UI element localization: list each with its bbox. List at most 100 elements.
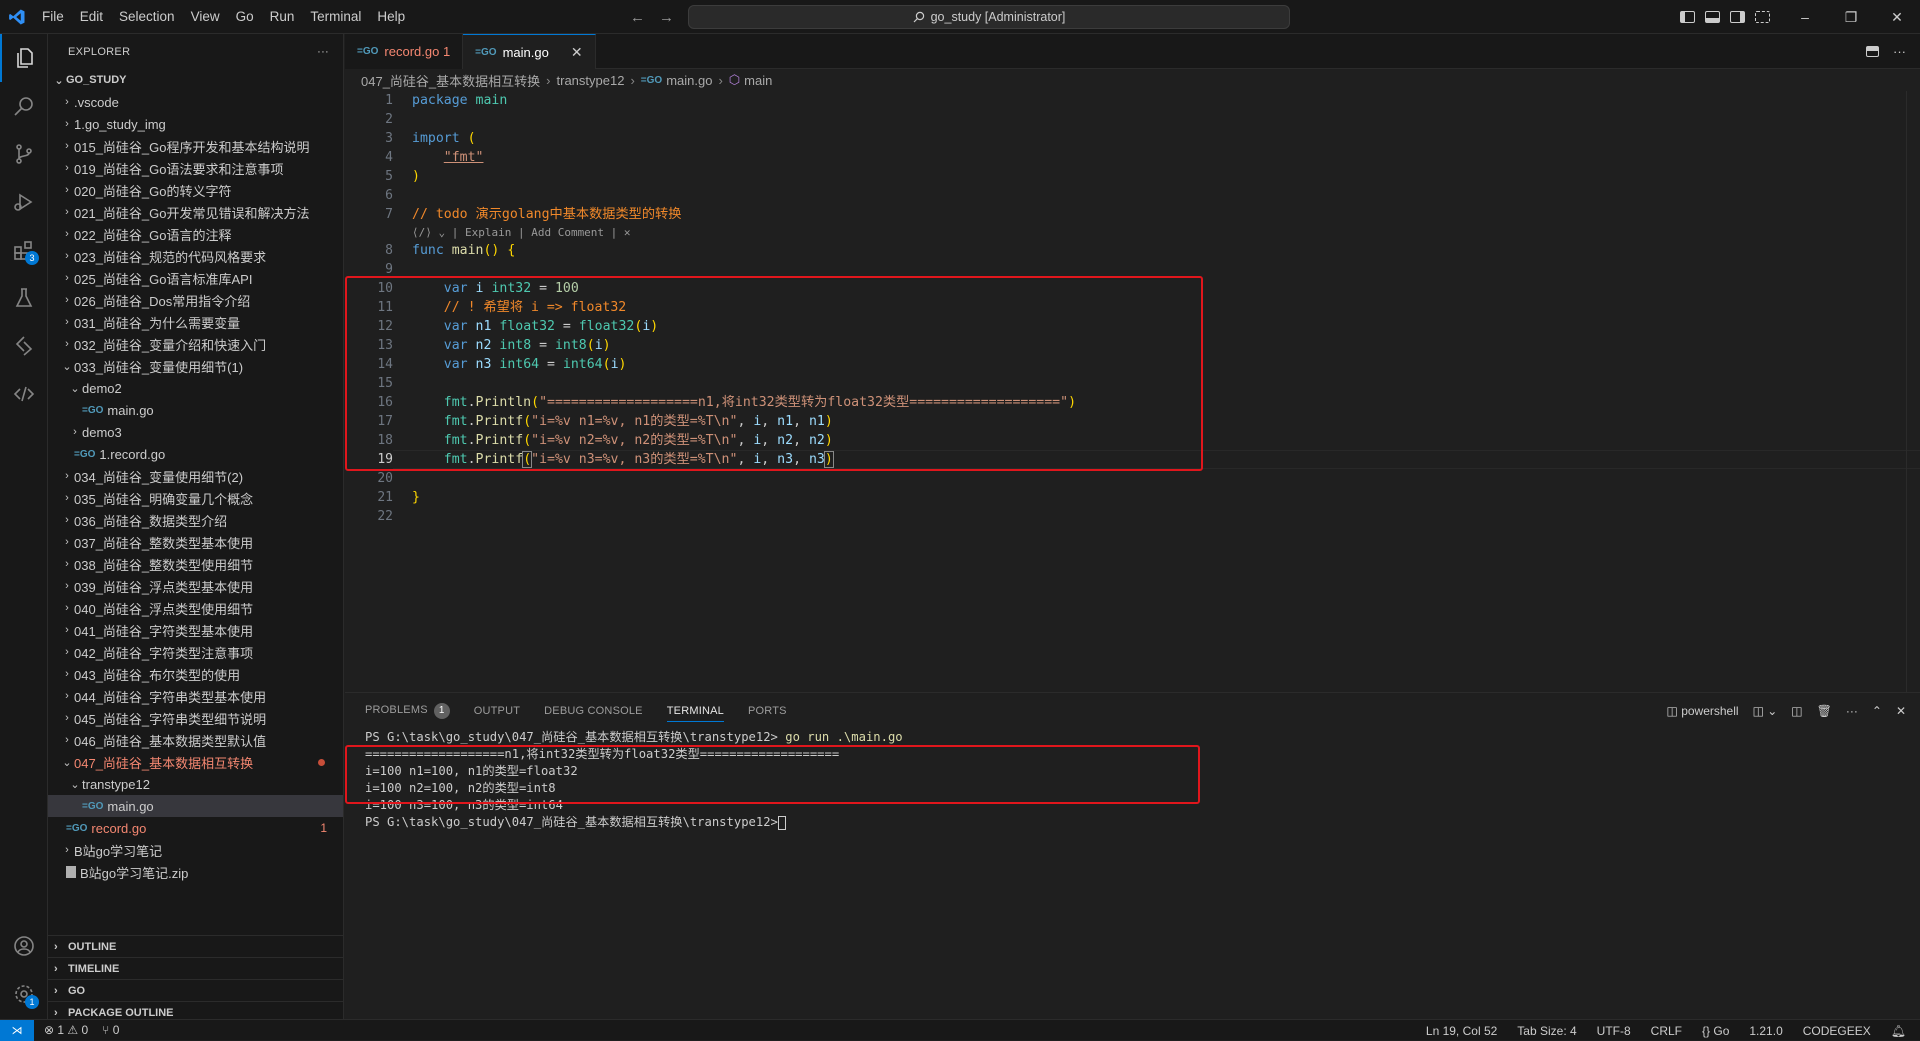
- close-tab-icon[interactable]: ✕: [571, 44, 583, 61]
- status-cursor-position[interactable]: Ln 19, Col 52: [1426, 1024, 1497, 1038]
- tree-folder-item[interactable]: › 034_尚硅谷_变量使用细节(2): [48, 465, 343, 487]
- breadcrumb-folder[interactable]: 047_尚硅谷_基本数据相互转换: [361, 71, 540, 90]
- explorer-icon[interactable]: [0, 34, 48, 82]
- tree-folder-item[interactable]: ⌄ 047_尚硅谷_基本数据相互转换: [48, 751, 343, 773]
- section-timeline[interactable]: › TIMELINE: [48, 957, 344, 979]
- back-arrow-icon[interactable]: ←: [630, 9, 645, 26]
- notifications-bell-icon[interactable]: 🔔︎: [1891, 1024, 1906, 1038]
- tree-folder-item[interactable]: › B站go学习笔记: [48, 839, 343, 861]
- manage-gear-icon[interactable]: 1: [0, 970, 48, 1018]
- menu-item-view[interactable]: View: [183, 9, 228, 24]
- tree-folder-item[interactable]: › 045_尚硅谷_字符串类型细节说明: [48, 707, 343, 729]
- tree-folder-item[interactable]: › 040_尚硅谷_浮点类型使用细节: [48, 597, 343, 619]
- command-center-search[interactable]: go_study [Administrator]: [688, 5, 1290, 29]
- close-window-icon[interactable]: ✕: [1874, 0, 1920, 34]
- new-terminal-dropdown-icon[interactable]: ◫ ⌄: [1753, 704, 1778, 718]
- tree-folder-item[interactable]: › 026_尚硅谷_Dos常用指令介绍: [48, 289, 343, 311]
- terminal-output[interactable]: PS G:\task\go_study\047_尚硅谷_基本数据相互转换\tra…: [365, 729, 903, 831]
- code-editor[interactable]: 1 2 3 4 5 6 7 8 9 10 11 12 13 14 15 16 17 18 19 20 21 22 pack…: [345, 91, 1920, 692]
- scrollbar[interactable]: [1906, 91, 1920, 692]
- menu-item-terminal[interactable]: Terminal: [302, 9, 369, 24]
- tab-terminal[interactable]: TERMINAL: [666, 705, 724, 722]
- tree-folder-item[interactable]: › 035_尚硅谷_明确变量几个概念: [48, 487, 343, 509]
- toggle-panel-icon[interactable]: [1705, 11, 1720, 23]
- toggle-sidebar-icon[interactable]: [1680, 11, 1695, 23]
- tree-folder-item[interactable]: › demo3: [48, 421, 343, 443]
- tab-ports[interactable]: PORTS: [748, 705, 787, 717]
- close-panel-icon[interactable]: ✕: [1896, 704, 1906, 718]
- search-view-icon[interactable]: [0, 82, 48, 130]
- menu-item-file[interactable]: File: [34, 9, 72, 24]
- tree-folder-item[interactable]: › 023_尚硅谷_规范的代码风格要求: [48, 245, 343, 267]
- tree-file-item[interactable]: =GO main.go: [48, 399, 343, 421]
- tree-folder-item[interactable]: › 022_尚硅谷_Go语言的注释: [48, 223, 343, 245]
- code-content[interactable]: package main import ( "fmt" ) // todo 演示…: [412, 91, 1076, 526]
- tree-folder-item[interactable]: › 025_尚硅谷_Go语言标准库API: [48, 267, 343, 289]
- workspace-root[interactable]: ⌄ GO_STUDY: [48, 69, 343, 91]
- more-editor-actions-icon[interactable]: ···: [1893, 44, 1906, 59]
- minimize-icon[interactable]: –: [1782, 0, 1828, 34]
- tree-folder-item[interactable]: › 042_尚硅谷_字符类型注意事项: [48, 641, 343, 663]
- tree-folder-item[interactable]: › 015_尚硅谷_Go程序开发和基本结构说明: [48, 135, 343, 157]
- extensions-icon[interactable]: 3: [0, 226, 48, 274]
- tab-record-go[interactable]: =GO record.go 1: [345, 34, 464, 69]
- tree-folder-item[interactable]: › 036_尚硅谷_数据类型介绍: [48, 509, 343, 531]
- tree-folder-item[interactable]: › .vscode: [48, 91, 343, 113]
- tree-folder-item[interactable]: › 032_尚硅谷_变量介绍和快速入门: [48, 333, 343, 355]
- menu-item-help[interactable]: Help: [369, 9, 413, 24]
- status-eol[interactable]: CRLF: [1651, 1024, 1682, 1038]
- breadcrumb-symbol[interactable]: main: [744, 73, 772, 88]
- status-language[interactable]: {} Go: [1702, 1024, 1729, 1038]
- testing-icon[interactable]: [0, 274, 48, 322]
- codegeex-icon[interactable]: [0, 370, 48, 418]
- status-codegeex[interactable]: CODEGEEX: [1803, 1024, 1871, 1038]
- status-problems[interactable]: ⊗ 1 ⚠ 0: [44, 1023, 88, 1037]
- customize-layout-icon[interactable]: [1755, 11, 1770, 23]
- tree-folder-item[interactable]: › 043_尚硅谷_布尔类型的使用: [48, 663, 343, 685]
- terminal-profile[interactable]: ◫ powershell: [1667, 704, 1739, 718]
- tree-file-item[interactable]: =GO 1.record.go: [48, 443, 343, 465]
- tree-folder-item[interactable]: › 046_尚硅谷_基本数据类型默认值: [48, 729, 343, 751]
- more-icon[interactable]: ···: [1846, 704, 1858, 718]
- tree-folder-item[interactable]: › 019_尚硅谷_Go语法要求和注意事项: [48, 157, 343, 179]
- tree-folder-item[interactable]: › 039_尚硅谷_浮点类型基本使用: [48, 575, 343, 597]
- forward-arrow-icon[interactable]: →: [659, 9, 674, 26]
- status-encoding[interactable]: UTF-8: [1597, 1024, 1631, 1038]
- source-control-icon[interactable]: [0, 130, 48, 178]
- tree-folder-item[interactable]: ⌄ 033_尚硅谷_变量使用细节(1): [48, 355, 343, 377]
- restore-icon[interactable]: ❐: [1828, 0, 1874, 34]
- tree-folder-item[interactable]: › 1.go_study_img: [48, 113, 343, 135]
- tree-folder-item[interactable]: › 021_尚硅谷_Go开发常见错误和解决方法: [48, 201, 343, 223]
- tree-file-item[interactable]: =GO record.go 1: [48, 817, 343, 839]
- tab-problems[interactable]: PROBLEMS 1: [365, 703, 450, 719]
- section-outline[interactable]: › OUTLINE: [48, 935, 344, 957]
- tree-folder-item[interactable]: › 044_尚硅谷_字符串类型基本使用: [48, 685, 343, 707]
- tree-folder-item[interactable]: ⌄ transtype12: [48, 773, 343, 795]
- status-tab-size[interactable]: Tab Size: 4: [1517, 1024, 1576, 1038]
- run-debug-icon[interactable]: [0, 178, 48, 226]
- status-go-version[interactable]: 1.21.0: [1749, 1024, 1782, 1038]
- tree-file-item[interactable]: =GO main.go: [48, 795, 343, 817]
- tab-main-go[interactable]: =GO main.go ✕: [463, 34, 596, 69]
- tree-file-item[interactable]: B站go学习笔记.zip: [48, 861, 343, 883]
- tree-folder-item[interactable]: › 031_尚硅谷_为什么需要变量: [48, 311, 343, 333]
- tree-folder-item[interactable]: › 041_尚硅谷_字符类型基本使用: [48, 619, 343, 641]
- remote-explorer-icon[interactable]: [0, 322, 48, 370]
- more-actions-icon[interactable]: ···: [317, 46, 329, 58]
- accounts-icon[interactable]: [0, 922, 48, 970]
- tab-debug-console[interactable]: DEBUG CONSOLE: [544, 705, 643, 717]
- menu-item-selection[interactable]: Selection: [111, 9, 183, 24]
- split-terminal-icon[interactable]: ◫: [1791, 704, 1802, 718]
- maximize-panel-icon[interactable]: ⌃: [1872, 704, 1882, 718]
- tree-folder-item[interactable]: › 038_尚硅谷_整数类型使用细节: [48, 553, 343, 575]
- breadcrumb-subfolder[interactable]: transtype12: [557, 73, 625, 88]
- codelens-actions[interactable]: ⟨/⟩ ⌄ | Explain | Add Comment | ✕: [412, 224, 1076, 241]
- menu-item-run[interactable]: Run: [262, 9, 303, 24]
- toggle-secondary-sidebar-icon[interactable]: [1730, 11, 1745, 23]
- tree-folder-item[interactable]: › 037_尚硅谷_整数类型基本使用: [48, 531, 343, 553]
- tree-folder-item[interactable]: › 020_尚硅谷_Go的转义字符: [48, 179, 343, 201]
- menu-item-edit[interactable]: Edit: [72, 9, 111, 24]
- status-ports[interactable]: ⑂ 0: [102, 1023, 119, 1037]
- remote-indicator-icon[interactable]: ⋊: [0, 1019, 34, 1041]
- breadcrumb-file[interactable]: main.go: [666, 73, 712, 88]
